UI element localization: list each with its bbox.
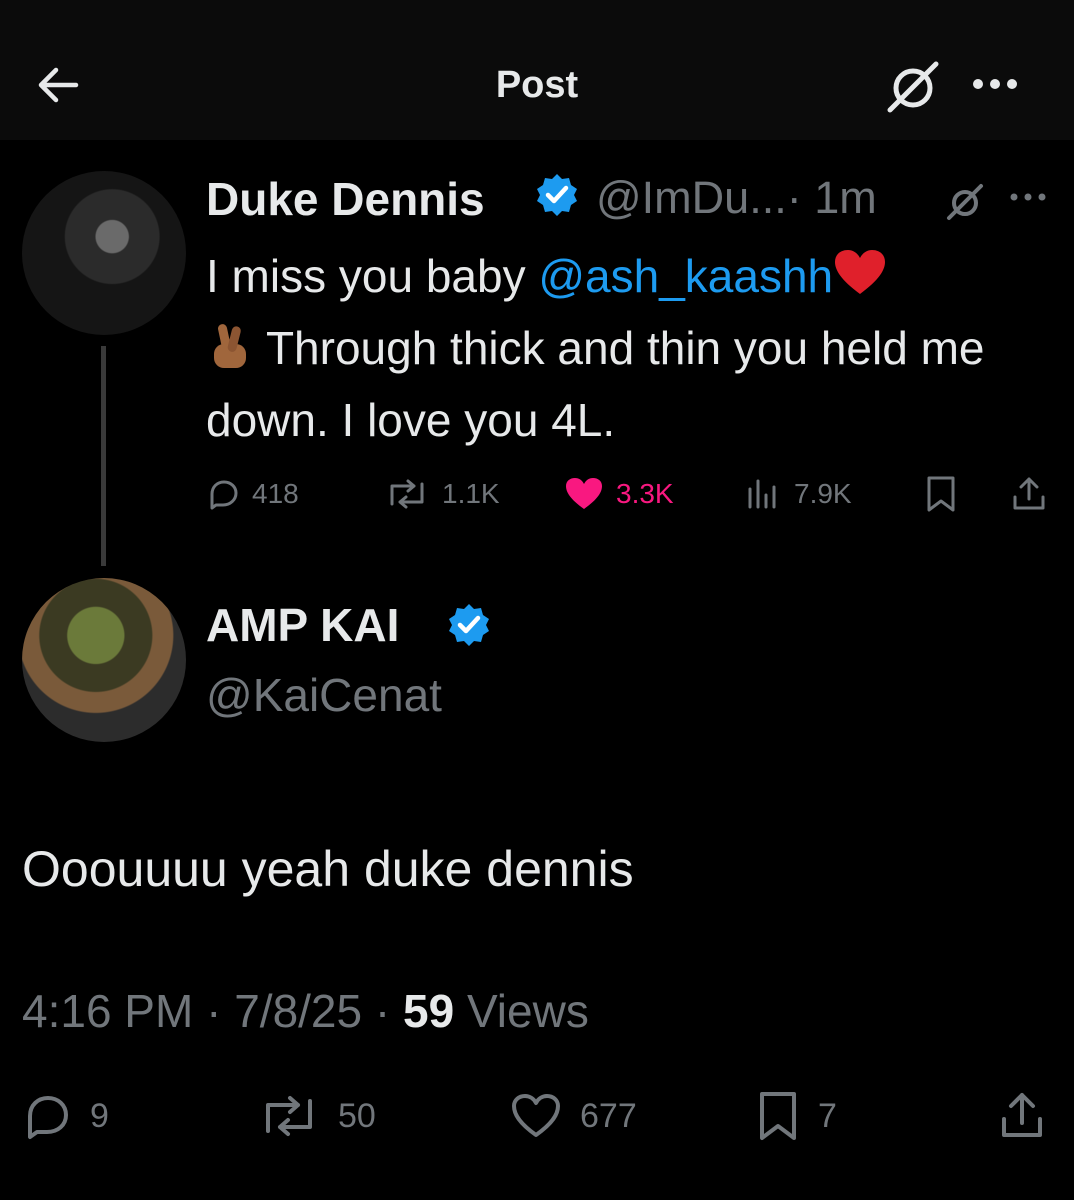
verified-badge-icon (534, 172, 580, 223)
bookmark-icon (927, 476, 955, 512)
repost-count: 50 (338, 1096, 376, 1135)
parent-grok-button[interactable] (942, 180, 988, 224)
views-count: 59 (403, 985, 455, 1037)
avatar-duke-dennis[interactable] (22, 171, 186, 335)
share-icon (1002, 1093, 1042, 1137)
views-icon (748, 479, 776, 509)
post-meta: 4:16 PM · 7/8/25 · 59 Views (22, 984, 589, 1038)
bookmark-icon (760, 1092, 796, 1140)
like-count: 677 (580, 1096, 637, 1135)
bookmark-button[interactable]: 7 (756, 1090, 837, 1142)
share-button[interactable] (998, 1090, 1046, 1142)
grok-button[interactable] (882, 58, 944, 116)
parent-views-count: 7.9K (794, 478, 852, 509)
parent-more-button[interactable] (1006, 184, 1050, 210)
like-icon (512, 1094, 560, 1137)
post-time[interactable]: 4:16 PM (22, 985, 193, 1037)
avatar-amp-kai[interactable] (22, 578, 186, 742)
reply-icon (210, 480, 238, 510)
parent-repost-button[interactable]: 1.1K (384, 474, 500, 514)
repost-icon (390, 479, 424, 509)
repost-button[interactable]: 50 (258, 1090, 376, 1142)
meta-separator: · (206, 985, 235, 1037)
author-handle[interactable]: @KaiCenat (206, 668, 442, 722)
share-icon (1013, 477, 1045, 510)
parent-text-part1: I miss you baby (206, 250, 539, 302)
heart-emoji-icon (833, 248, 887, 298)
parent-views-button[interactable]: 7.9K (746, 474, 852, 514)
parent-handle-time[interactable]: @ImDu...· 1m (596, 172, 877, 224)
reply-count: 9 (90, 1096, 109, 1135)
author-name[interactable]: AMP KAI (206, 598, 399, 652)
post-text: Ooouuuu yeah duke dennis (22, 841, 634, 897)
parent-author-name[interactable]: Duke Dennis (206, 172, 485, 226)
thread-connector-line (101, 346, 106, 566)
parent-like-count: 3.3K (616, 478, 674, 509)
verified-badge-icon (446, 602, 492, 653)
more-options-button[interactable] (964, 62, 1028, 106)
mention-link[interactable]: @ash_kaashh (538, 250, 833, 302)
grok-icon (887, 61, 939, 113)
parent-repost-count: 1.1K (442, 478, 500, 509)
meta-separator: · (374, 985, 403, 1037)
reply-icon (28, 1096, 68, 1139)
parent-bookmark-button[interactable] (924, 474, 958, 514)
like-icon (566, 478, 602, 509)
bookmark-count: 7 (818, 1096, 837, 1135)
crossed-fingers-emoji-icon (206, 320, 254, 370)
more-icon (1010, 193, 1046, 201)
like-button[interactable]: 677 (510, 1090, 637, 1142)
parent-text-part2: Through thick and thin you held me down.… (206, 322, 985, 446)
parent-post-text: I miss you baby @ash_kaashh Through thic… (206, 240, 1046, 456)
parent-like-button[interactable]: 3.3K (564, 474, 674, 514)
repost-icon (266, 1096, 312, 1136)
parent-share-button[interactable] (1010, 474, 1048, 514)
parent-reply-button[interactable]: 418 (206, 474, 299, 514)
post-date[interactable]: 7/8/25 (234, 985, 362, 1037)
reply-button[interactable]: 9 (22, 1090, 109, 1142)
grok-icon (947, 184, 983, 220)
views-label: Views (466, 985, 589, 1037)
more-icon (973, 79, 1017, 89)
parent-reply-count: 418 (252, 478, 299, 509)
